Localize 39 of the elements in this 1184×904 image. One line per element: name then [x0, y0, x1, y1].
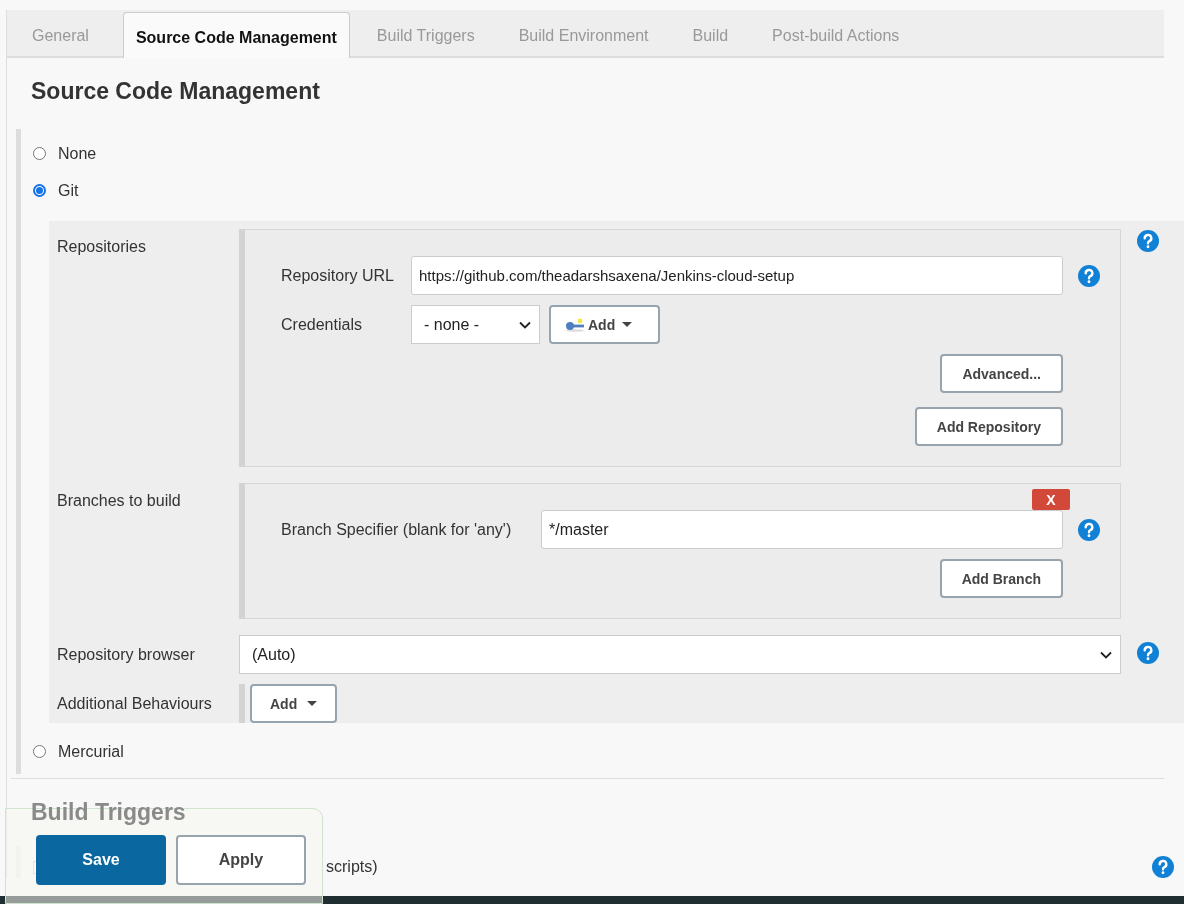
text-field[interactable]: */master [541, 510, 1063, 549]
dropdown[interactable]: - none - [411, 305, 540, 344]
add-branch-button[interactable]: Add Branch [939, 559, 1063, 598]
add-button[interactable]: Add [250, 684, 338, 723]
section-heading: Source Code Management [30, 77, 321, 106]
help-icon[interactable] [1078, 265, 1100, 287]
field-label: Repositories [57, 237, 147, 257]
chevron-icon [519, 320, 531, 329]
action-button[interactable]: Save [36, 835, 166, 885]
text-field[interactable]: https://github.com/theadarshsaxena/Jenkins-cloud-setup [411, 256, 1063, 295]
advanced-button[interactable]: Advanced... [940, 354, 1063, 393]
checkbox-label: scripts) [326, 858, 378, 876]
chevron-icon [1100, 650, 1112, 659]
help-icon[interactable] [1137, 230, 1159, 252]
radio-button[interactable] [33, 147, 46, 160]
field-label: Credentials [281, 315, 363, 334]
radio-label: Git [58, 181, 79, 200]
caret-icon [622, 322, 633, 327]
radio-button[interactable] [33, 745, 46, 758]
radio-label: None [58, 144, 97, 163]
add-button[interactable]: Add [549, 305, 661, 344]
field-label: Branch Specifier (blank for 'any') [281, 520, 513, 539]
section-heading: Build Triggers [30, 798, 186, 827]
dropdown[interactable]: (Auto) [239, 635, 1121, 674]
field-label: Repository URL [281, 266, 395, 285]
tab[interactable]: Source Code Management [122, 12, 350, 58]
help-icon[interactable] [1137, 642, 1159, 664]
field-label: Branches to build [57, 491, 182, 511]
field-label: Additional Behaviours [57, 694, 213, 713]
help-icon[interactable] [1078, 519, 1100, 541]
add-repository-button[interactable]: Add Repository [914, 407, 1063, 446]
delete-button[interactable]: X [1032, 489, 1070, 510]
radio-button[interactable] [33, 184, 46, 197]
caret-icon [307, 701, 318, 706]
help-icon[interactable] [1152, 856, 1174, 878]
field-label: Repository browser [57, 645, 196, 664]
action-button[interactable]: Apply [176, 835, 306, 885]
key-icon [565, 317, 585, 332]
radio-label: Mercurial [58, 742, 124, 761]
